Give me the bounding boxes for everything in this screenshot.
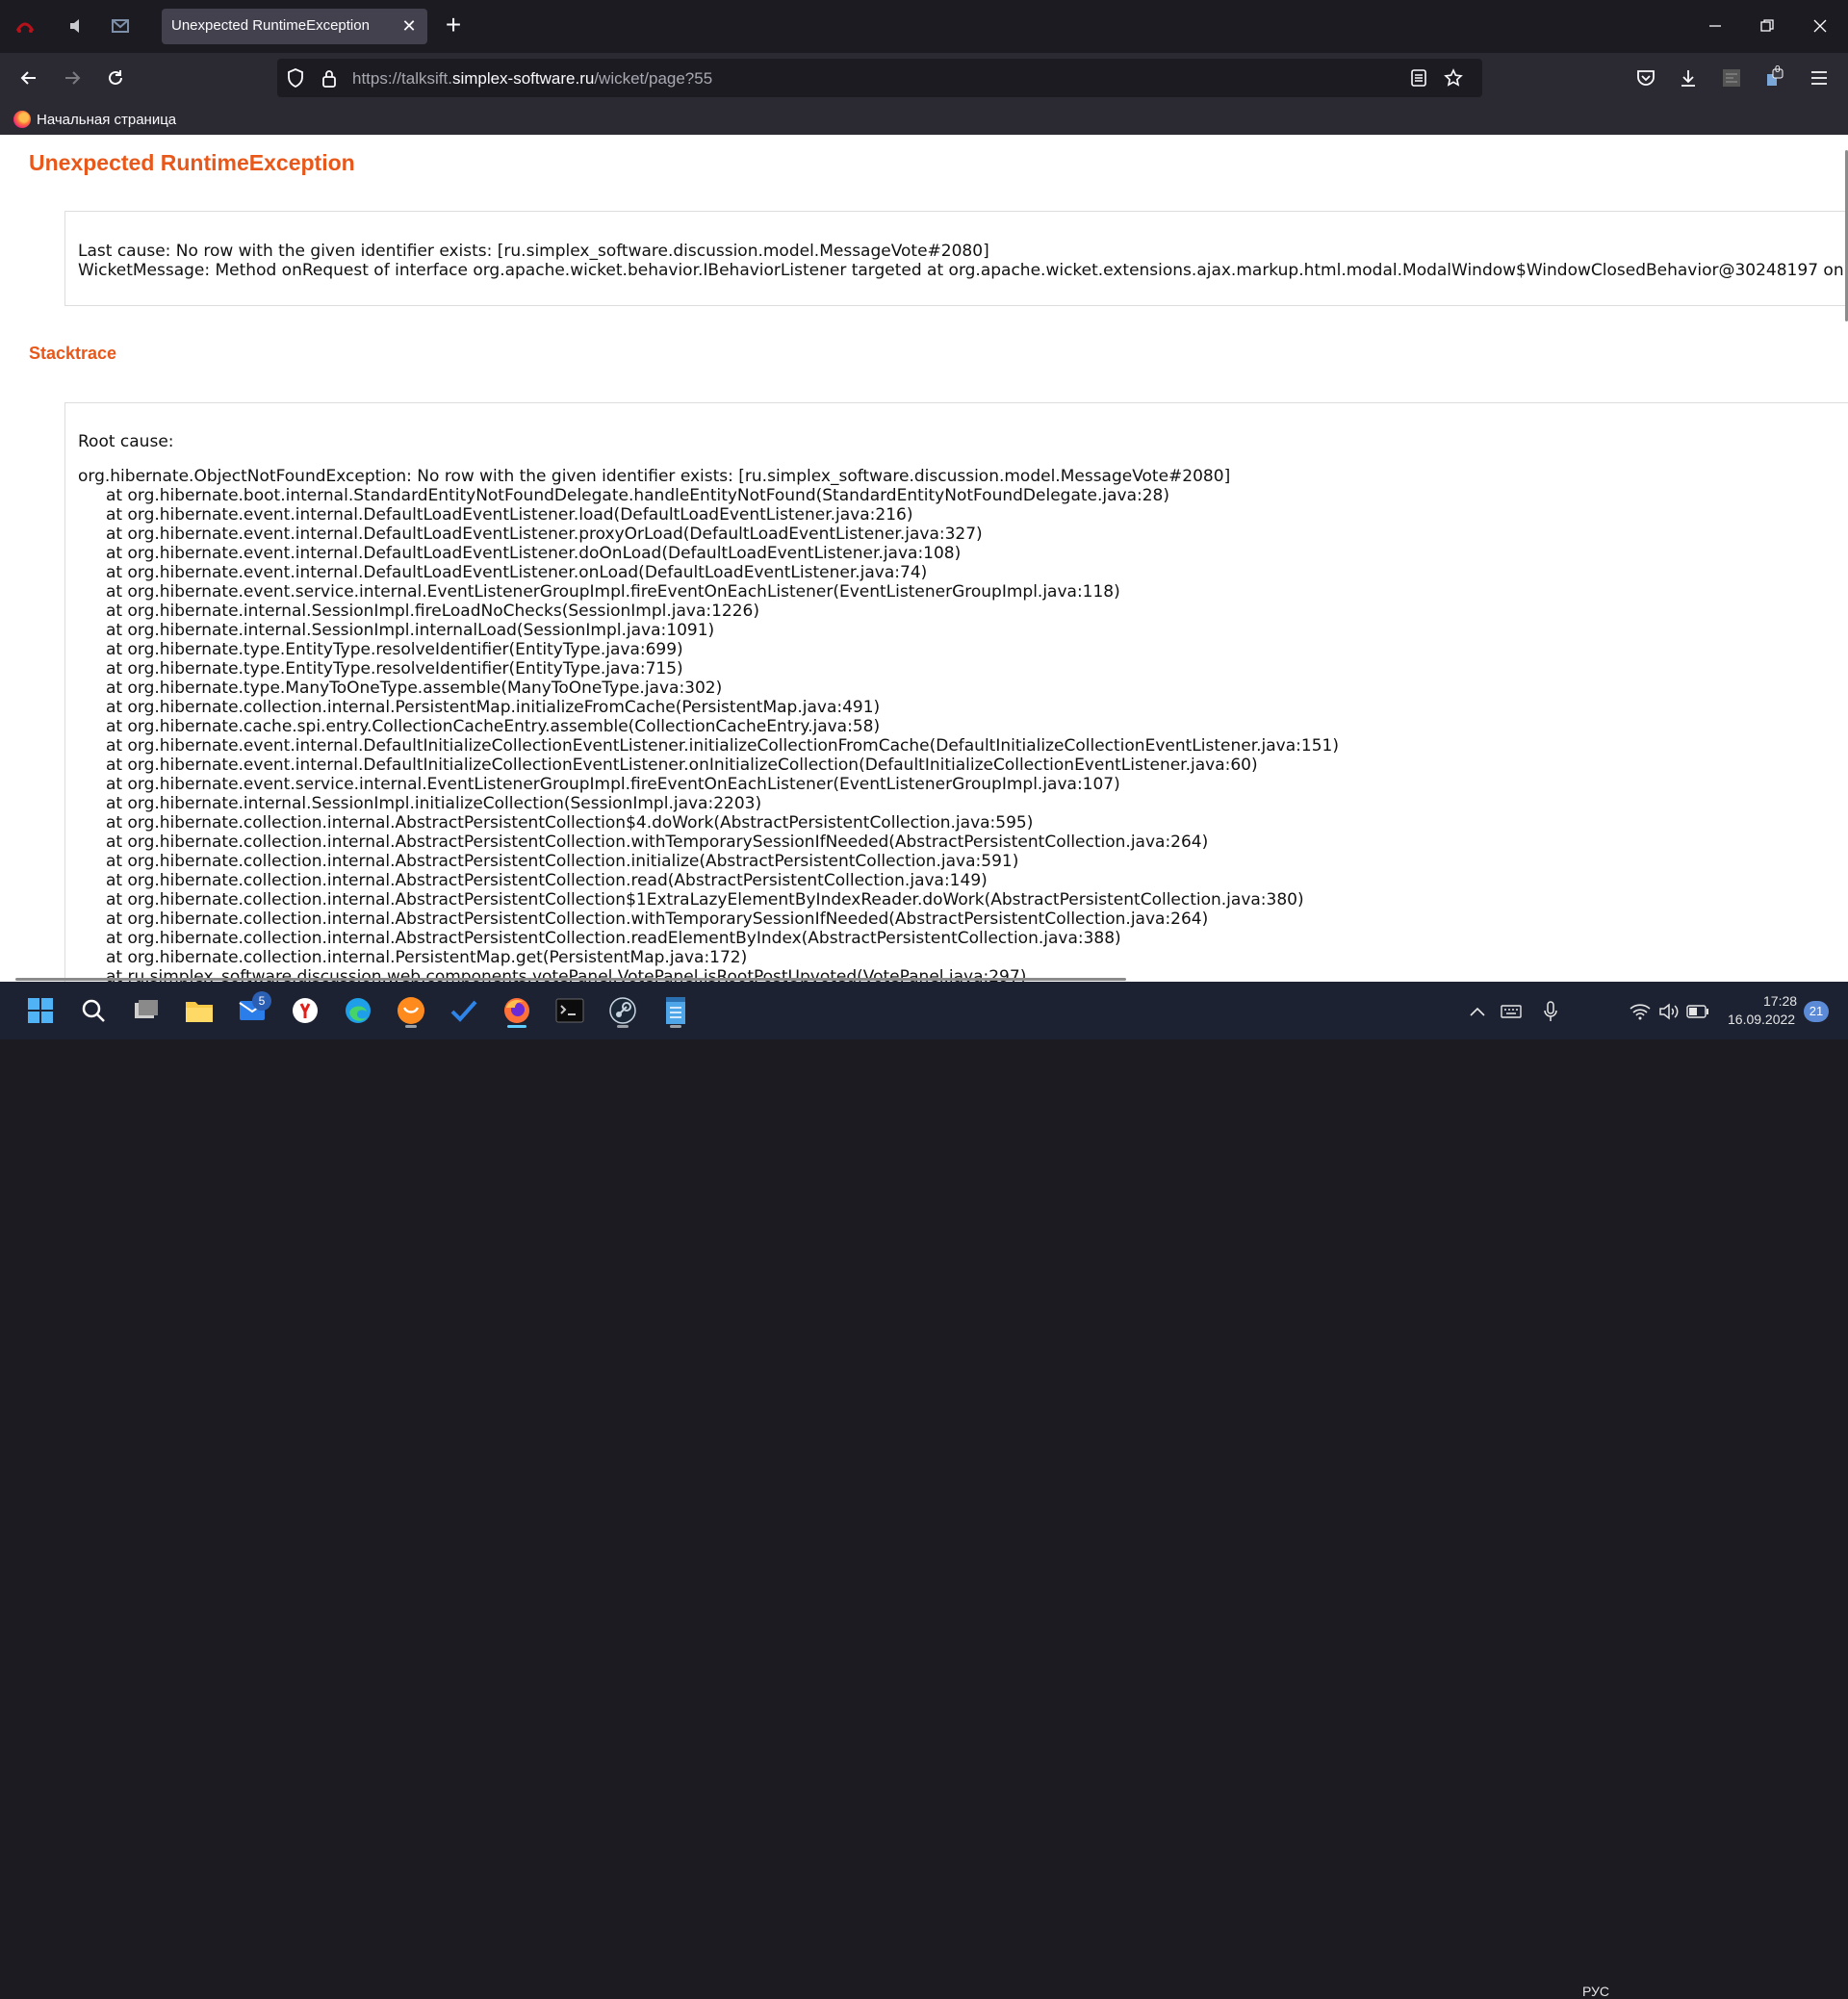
new-tab-button[interactable]: + <box>439 12 468 40</box>
bookmark-label: Начальная страница <box>37 111 177 128</box>
stacktrace-line: at org.hibernate.cache.spi.entry.Collect… <box>106 717 881 736</box>
pocket-icon[interactable] <box>1630 63 1661 93</box>
speaker-tab-icon[interactable] <box>64 13 90 39</box>
container-extension-icon[interactable]: 0 <box>1758 63 1789 93</box>
stacktrace-line: at org.hibernate.event.internal.DefaultI… <box>106 756 1258 775</box>
stacktrace-line: at org.hibernate.event.internal.DefaultL… <box>106 505 913 525</box>
minimize-button[interactable] <box>1696 10 1734 42</box>
url-host: simplex-software.ru <box>451 69 595 88</box>
wifi-icon[interactable] <box>1628 999 1653 1024</box>
back-button[interactable] <box>13 63 44 93</box>
shield-icon[interactable] <box>285 67 306 89</box>
windows-start-icon[interactable] <box>21 991 60 1030</box>
steam-icon[interactable] <box>603 991 642 1030</box>
clock-time[interactable]: 17:28 <box>1763 993 1797 1009</box>
tab-title: Unexpected RuntimeException <box>171 17 370 34</box>
stacktrace-line: at org.hibernate.collection.internal.Abs… <box>106 890 1304 910</box>
forward-button[interactable] <box>57 63 88 93</box>
url-bar[interactable]: https://talksift.simplex-software.ru/wic… <box>277 59 1482 97</box>
bookmark-star-icon[interactable] <box>1443 67 1464 89</box>
edge-icon[interactable] <box>339 991 377 1030</box>
close-window-button[interactable] <box>1801 10 1839 42</box>
url-scheme: https://talksift. <box>352 69 452 88</box>
stacktrace-line: at org.hibernate.event.internal.DefaultI… <box>106 736 1339 756</box>
reload-button[interactable] <box>100 63 131 93</box>
stacktrace-line: at org.hibernate.type.ManyToOneType.asse… <box>106 679 723 698</box>
mail-badge: 5 <box>252 991 271 1011</box>
stacktrace-line: at org.hibernate.type.EntityType.resolve… <box>106 659 683 679</box>
url-text[interactable]: https://talksift.simplex-software.ru/wic… <box>352 69 712 89</box>
stacktrace-line: at org.hibernate.collection.internal.Abs… <box>106 852 1019 871</box>
running-indicator <box>617 1025 629 1028</box>
clock-date[interactable]: 16.09.2022 <box>1728 1012 1795 1027</box>
stacktrace-line: at org.hibernate.event.internal.DefaultL… <box>106 525 983 544</box>
stacktrace-line: at org.hibernate.collection.internal.Per… <box>106 698 881 717</box>
stacktrace-line: at org.hibernate.event.service.internal.… <box>106 582 1120 602</box>
language-indicator[interactable]: РУС <box>1582 1984 1609 1999</box>
battery-icon[interactable] <box>1685 999 1710 1024</box>
notification-badge[interactable]: 21 <box>1804 1001 1829 1022</box>
stacktrace-line: at org.hibernate.type.EntityType.resolve… <box>106 640 683 659</box>
stacktrace-line: at org.hibernate.event.internal.DefaultL… <box>106 544 962 563</box>
wicket-message-text: WicketMessage: Method onRequest of inter… <box>78 261 1848 280</box>
close-tab-icon[interactable]: ✕ <box>398 15 420 37</box>
notepad-icon[interactable] <box>656 991 695 1030</box>
stacktrace-lines: at org.hibernate.boot.internal.StandardE… <box>106 486 1339 982</box>
stacktrace-line: at org.hibernate.collection.internal.Abs… <box>106 871 988 890</box>
root-cause-label: Root cause: <box>78 432 174 451</box>
page-title: Unexpected RuntimeException <box>29 150 355 175</box>
last-cause-text: Last cause: No row with the given identi… <box>78 242 989 261</box>
stacktrace-line: at org.hibernate.internal.SessionImpl.in… <box>106 621 715 640</box>
active-indicator <box>507 1025 526 1028</box>
stacktrace-line: at org.hibernate.collection.internal.Per… <box>106 948 748 967</box>
pinned-mail-tab-icon[interactable] <box>107 13 134 39</box>
menu-icon[interactable] <box>1804 63 1835 93</box>
stacktrace-line: at org.hibernate.collection.internal.Abs… <box>106 813 1034 833</box>
stacktrace-heading: Stacktrace <box>29 344 117 363</box>
chat-app-icon[interactable] <box>392 991 430 1030</box>
task-view-icon[interactable] <box>127 991 166 1030</box>
firefox-icon <box>13 111 31 128</box>
search-icon[interactable] <box>74 991 113 1030</box>
page-content: Unexpected RuntimeException Last cause: … <box>0 135 1848 982</box>
running-indicator <box>670 1025 681 1028</box>
stacktrace-line: at org.hibernate.event.internal.DefaultL… <box>106 563 928 582</box>
stacktrace-box: Root cause: org.hibernate.ObjectNotFound… <box>64 402 1848 982</box>
stacktrace-line: at org.hibernate.internal.SessionImpl.fi… <box>106 602 759 621</box>
bookmarks-toolbar: Начальная страница <box>0 103 1848 135</box>
reader-view-icon[interactable] <box>1408 67 1429 89</box>
terminal-icon[interactable] <box>551 991 589 1030</box>
running-indicator <box>405 1025 417 1028</box>
exception-text: org.hibernate.ObjectNotFoundException: N… <box>78 467 1231 486</box>
extension-badge: 0 <box>1775 64 1781 75</box>
restore-button[interactable] <box>1748 10 1786 42</box>
chevron-up-icon[interactable] <box>1465 999 1490 1024</box>
cause-box: Last cause: No row with the given identi… <box>64 211 1848 306</box>
stacktrace-line: at org.hibernate.boot.internal.StandardE… <box>106 486 1169 505</box>
tree-tabs-icon[interactable] <box>12 13 38 39</box>
file-explorer-icon[interactable] <box>180 991 218 1030</box>
volume-icon[interactable] <box>1656 999 1681 1024</box>
todo-icon[interactable] <box>445 991 483 1030</box>
microphone-icon[interactable] <box>1538 999 1563 1024</box>
stacktrace-line: at org.hibernate.internal.SessionImpl.in… <box>106 794 762 813</box>
firefox-taskbar-icon[interactable] <box>498 991 536 1030</box>
stacktrace-line: at org.hibernate.collection.internal.Abs… <box>106 833 1209 852</box>
keyboard-icon[interactable] <box>1499 999 1524 1024</box>
stacktrace-line: at org.hibernate.collection.internal.Abs… <box>106 910 1209 929</box>
extension-icon[interactable] <box>1716 63 1747 93</box>
navigation-toolbar: https://talksift.simplex-software.ru/wic… <box>0 53 1848 103</box>
tab-strip: Unexpected RuntimeException ✕ + <box>0 0 1848 53</box>
horizontal-scrollbar[interactable] <box>15 978 1126 981</box>
yandex-browser-icon[interactable] <box>286 991 324 1030</box>
stacktrace-line: at org.hibernate.collection.internal.Abs… <box>106 929 1121 948</box>
taskbar: РУС <box>0 982 1848 1999</box>
stacktrace-line: at org.hibernate.event.service.internal.… <box>106 775 1120 794</box>
downloads-icon[interactable] <box>1673 63 1704 93</box>
bookmark-home[interactable]: Начальная страница <box>13 109 176 130</box>
tab-active[interactable]: Unexpected RuntimeException ✕ <box>162 9 427 44</box>
lock-icon[interactable] <box>319 67 340 89</box>
url-path: /wicket/page?55 <box>594 69 713 88</box>
